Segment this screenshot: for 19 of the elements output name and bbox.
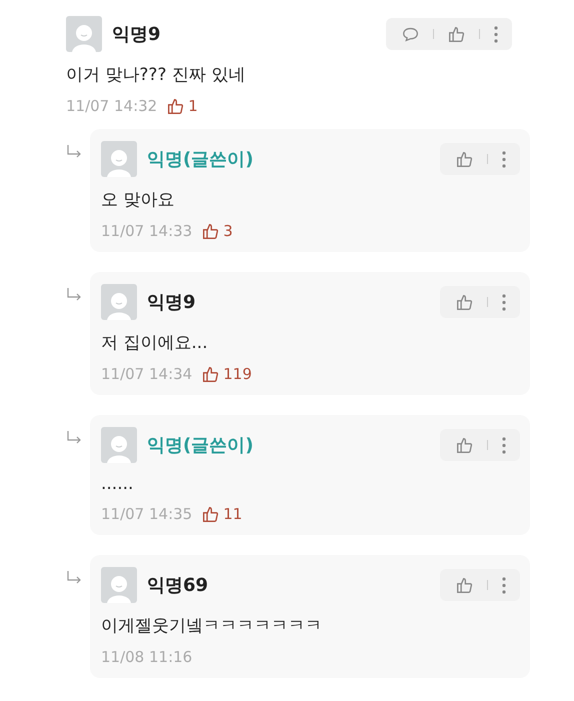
author-name: 익명(글쓴이) — [147, 148, 254, 171]
author-name: 익명(글쓴이) — [147, 434, 254, 457]
comment-time: 11/07 14:32 — [66, 97, 158, 115]
author-name: 익명69 — [147, 574, 208, 597]
author-name: 익명9 — [147, 291, 196, 314]
like-count: 1 — [188, 97, 198, 115]
like-count: 3 — [223, 222, 233, 240]
comment-text: 저 집이에요... — [101, 332, 209, 354]
comment-text: 이게젤웃기넼ㅋㅋㅋㅋㅋㅋㅋ — [101, 615, 323, 637]
like-count: 119 — [223, 365, 252, 383]
comment-time: 11/07 14:35 — [101, 505, 192, 523]
comment-time: 11/08 11:16 — [101, 648, 192, 666]
comment-text: 이거 맞나??? 진짜 있네 — [66, 64, 246, 86]
like-count: 11 — [223, 505, 242, 523]
comment-time: 11/07 14:33 — [101, 222, 192, 240]
comment-text: 오 맞아요 — [101, 189, 176, 211]
comment-text: ...... — [101, 474, 134, 494]
comment-time: 11/07 14:34 — [101, 365, 192, 383]
author-name: 익명9 — [112, 23, 161, 46]
